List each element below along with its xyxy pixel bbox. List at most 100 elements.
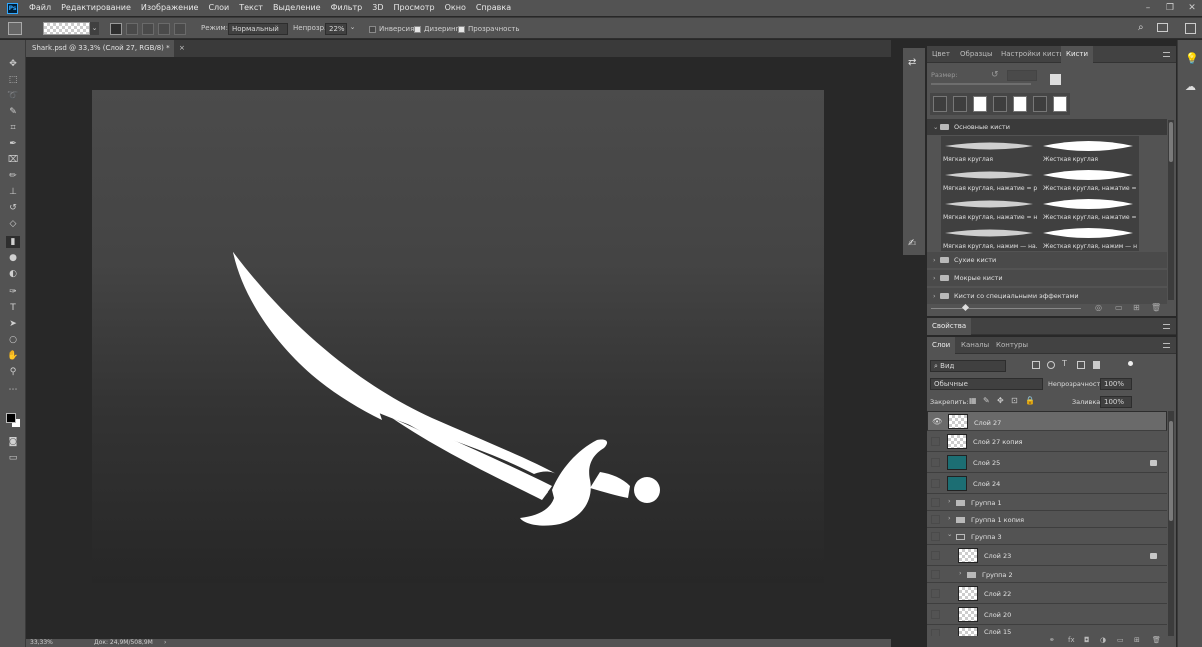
inverse-checkbox[interactable] — [369, 26, 376, 33]
menu-layers[interactable]: Слои — [203, 0, 234, 16]
tab-properties[interactable]: Свойства — [927, 318, 972, 335]
learn-icon[interactable]: 💡 — [1185, 52, 1199, 65]
status-arrow-icon[interactable]: › — [164, 639, 166, 647]
minimize-icon[interactable]: – — [1137, 0, 1159, 16]
blur-tool-icon[interactable]: ● — [6, 252, 20, 264]
libraries-icon[interactable]: ☁ — [1185, 80, 1196, 93]
filter-type-icon[interactable]: T — [1062, 359, 1067, 368]
link-layers-icon[interactable]: ⚭ — [1049, 636, 1055, 644]
new-brush-button-icon[interactable]: ⊞ — [1133, 303, 1140, 312]
recent-brush-3[interactable] — [973, 96, 987, 112]
zoom-level[interactable]: 33,33% — [30, 639, 53, 647]
menu-edit[interactable]: Редактирование — [56, 0, 136, 16]
lock-artboard-icon[interactable]: ⊡ — [1011, 396, 1018, 405]
visibility-box[interactable] — [931, 570, 940, 579]
blend-mode-select[interactable]: Обычные — [930, 378, 1043, 390]
linear-gradient-button[interactable] — [110, 23, 122, 35]
delete-layer-icon[interactable]: 🗑 — [1152, 636, 1161, 644]
slider-handle[interactable] — [961, 303, 970, 312]
chevron-right-icon[interactable]: › — [959, 569, 962, 577]
new-group-icon[interactable]: ▭ — [1117, 636, 1124, 644]
tab-brushes[interactable]: Кисти — [1061, 46, 1093, 63]
layer-row[interactable]: 👁 Слой 27 — [927, 411, 1167, 431]
menu-view[interactable]: Просмотр — [389, 0, 440, 16]
tab-channels[interactable]: Каналы — [956, 337, 994, 354]
visibility-box[interactable] — [931, 498, 940, 507]
diamond-gradient-button[interactable] — [174, 23, 186, 35]
recent-brush-1[interactable] — [933, 96, 947, 112]
hand-tool-icon[interactable]: ✋ — [6, 350, 20, 362]
filter-toggle-icon[interactable] — [1128, 361, 1133, 366]
document-canvas[interactable] — [92, 90, 824, 583]
adjustment-layer-icon[interactable]: ◑ — [1100, 636, 1106, 644]
canvas-area[interactable] — [26, 57, 891, 639]
layer-row[interactable]: Слой 22 — [927, 584, 1167, 604]
tab-layers[interactable]: Слои — [927, 337, 956, 354]
opacity-input[interactable]: 22% — [325, 23, 347, 35]
new-layer-icon[interactable]: ⊞ — [1134, 636, 1140, 644]
gradient-tool-icon[interactable]: ▮ — [6, 236, 20, 248]
menu-3d[interactable]: 3D — [367, 0, 388, 16]
brush-item[interactable]: Жесткая круглая — [1041, 136, 1137, 164]
brush-settings-icon[interactable]: ✍ — [908, 238, 916, 249]
menu-file[interactable]: Файл — [24, 0, 56, 16]
shape-tool-icon[interactable]: ○ — [6, 334, 20, 346]
lock-all-icon[interactable]: 🔒 — [1025, 396, 1035, 405]
move-tool-icon[interactable]: ✥ — [6, 58, 20, 70]
dither-checkbox[interactable] — [414, 26, 421, 33]
mode-select[interactable]: Нормальный — [228, 23, 288, 35]
recent-brush-2[interactable] — [953, 96, 967, 112]
properties-menu-icon[interactable] — [1163, 324, 1170, 329]
menu-help[interactable]: Справка — [471, 0, 516, 16]
share-icon[interactable] — [1185, 23, 1196, 34]
chevron-down-icon[interactable]: ⌄ — [947, 530, 952, 538]
size-input[interactable] — [1007, 70, 1037, 81]
group-row[interactable]: › Группа 1 копия — [927, 512, 1167, 528]
eyedropper-tool-icon[interactable]: ✒ — [6, 138, 20, 150]
layer-row[interactable]: Слой 25 — [927, 453, 1167, 473]
brush-item[interactable]: Мягкая круглая, нажим — на... — [941, 223, 1037, 251]
size-slider[interactable] — [931, 83, 1031, 85]
brush-preview-size-slider[interactable] — [931, 308, 1081, 309]
tab-color[interactable]: Цвет — [927, 46, 955, 63]
history-brush-tool-icon[interactable]: ↺ — [6, 202, 20, 214]
workspace-icon[interactable] — [1157, 23, 1168, 32]
layers-scrollbar[interactable] — [1168, 411, 1174, 638]
path-select-tool-icon[interactable]: ➤ — [6, 318, 20, 330]
search-icon[interactable]: ⌕ — [1138, 22, 1144, 33]
eye-icon[interactable]: 👁 — [932, 417, 942, 426]
quick-mask-icon[interactable]: ◙ — [6, 436, 20, 448]
radial-gradient-button[interactable] — [126, 23, 138, 35]
menu-filter[interactable]: Фильтр — [326, 0, 368, 16]
filter-shape-icon[interactable] — [1077, 361, 1085, 369]
tab-swatches[interactable]: Образцы — [955, 46, 998, 63]
visibility-box[interactable] — [931, 589, 940, 598]
brush-tool-icon[interactable]: ✏ — [6, 170, 20, 182]
menu-select[interactable]: Выделение — [268, 0, 326, 16]
document-tab[interactable]: Shark.psd @ 33,3% (Слой 27, RGB/8) * × — [26, 40, 185, 57]
filter-adjustment-icon[interactable] — [1047, 361, 1055, 369]
group-row[interactable]: › Группа 2 — [927, 567, 1167, 583]
chevron-right-icon[interactable]: › — [948, 514, 951, 522]
close-window-icon[interactable]: ✕ — [1181, 0, 1202, 16]
close-document-icon[interactable]: × — [179, 40, 185, 57]
chevron-down-icon[interactable]: ⌄ — [90, 22, 99, 35]
crop-tool-icon[interactable]: ⌗ — [6, 122, 20, 134]
dodge-tool-icon[interactable]: ◐ — [6, 268, 20, 280]
healing-tool-icon[interactable]: ⌧ — [6, 154, 20, 166]
visibility-box[interactable] — [931, 515, 940, 524]
group-row[interactable]: ⌄ Группа 3 — [927, 529, 1167, 545]
layer-row[interactable]: Слой 24 — [927, 474, 1167, 494]
angle-gradient-button[interactable] — [142, 23, 154, 35]
brush-item[interactable]: Мягкая круглая — [941, 136, 1037, 164]
visibility-box[interactable] — [931, 532, 940, 541]
more-tools-icon[interactable]: ⋯ — [6, 384, 20, 396]
visibility-toggle-icon[interactable]: ◎ — [1095, 303, 1102, 312]
opacity-chevron-icon[interactable]: ⌄ — [348, 23, 357, 35]
visibility-box[interactable] — [931, 458, 940, 467]
stamp-tool-icon[interactable]: ⊥ — [6, 186, 20, 198]
brush-group-wet[interactable]: › Мокрые кисти — [927, 270, 1167, 286]
visibility-box[interactable] — [931, 479, 940, 488]
layer-row[interactable]: Слой 27 копия — [927, 432, 1167, 452]
history-icon[interactable]: ⇄ — [908, 57, 916, 68]
